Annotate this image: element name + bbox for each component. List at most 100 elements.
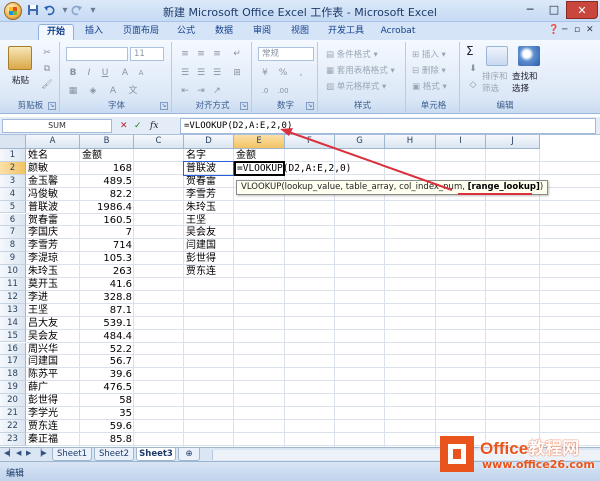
cell-b3[interactable]: 489.5 [80, 175, 134, 188]
align-middle-icon[interactable]: ≡ [194, 47, 208, 61]
format-as-table-button[interactable]: ▦ 套用表格格式 ▾ [326, 64, 395, 76]
align-left-icon[interactable]: ☰ [178, 66, 192, 80]
cell-a17[interactable]: 闫建国 [26, 355, 80, 368]
cell-b22[interactable]: 59.6 [80, 420, 134, 433]
column-header-e[interactable]: E [234, 135, 285, 149]
tab-insert[interactable]: 插入 [78, 24, 110, 40]
close-button[interactable]: ✕ [566, 1, 598, 19]
office-button[interactable] [4, 2, 22, 20]
maximize-button[interactable]: □ [542, 1, 566, 19]
font-name-input[interactable] [66, 47, 128, 61]
customize-qat-icon[interactable]: ▾ [86, 4, 100, 18]
worksheet-grid[interactable]: ABCDEFGHIJ 1 2 3 4 5 6 7 8 9 10 11 12 13 14 15 16 17 18 19… [0, 135, 600, 447]
paste-button[interactable]: 粘贴 [12, 74, 29, 86]
decrease-decimal-icon[interactable]: .00 [276, 84, 290, 98]
italic-button[interactable]: I [82, 66, 96, 80]
row-header-8[interactable]: 8 [0, 239, 26, 253]
row-header-12[interactable]: 12 [0, 290, 26, 304]
cell-b17[interactable]: 56.7 [80, 355, 134, 368]
row-header-17[interactable]: 17 [0, 355, 26, 369]
merge-center-icon[interactable]: ⊞ [230, 66, 244, 80]
cell-d4[interactable]: 李雪芳 [184, 188, 234, 201]
cell-a21[interactable]: 李学光 [26, 407, 80, 420]
font-color-icon[interactable]: A [106, 84, 120, 98]
cell-a4[interactable]: 冯俊敏 [26, 188, 80, 201]
formula-input[interactable]: =VLOOKUP(D2,A:E,2,0) [180, 118, 596, 134]
tab-page-layout[interactable]: 页面布局 [116, 24, 166, 40]
cell-b6[interactable]: 160.5 [80, 214, 134, 227]
cell-a6[interactable]: 贺春雷 [26, 214, 80, 227]
row-header-11[interactable]: 11 [0, 278, 26, 291]
column-header-a[interactable]: A [26, 135, 80, 149]
cell-a12[interactable]: 李进 [26, 291, 80, 304]
bold-button[interactable]: B [66, 66, 80, 80]
align-center-icon[interactable]: ☰ [194, 66, 208, 80]
ribbon-minimize-icon[interactable]: ─ [562, 25, 567, 35]
next-sheet-icon[interactable]: ▶ [26, 449, 31, 457]
minimize-button[interactable]: ─ [518, 1, 542, 19]
cell-b4[interactable]: 82.2 [80, 188, 134, 201]
sheet-tab-2[interactable]: Sheet2 [94, 448, 134, 461]
cell-a20[interactable]: 彭世得 [26, 394, 80, 407]
row-header-20[interactable]: 20 [0, 394, 26, 407]
row-header-19[interactable]: 19 [0, 381, 26, 395]
row-header-16[interactable]: 16 [0, 342, 26, 356]
clear-icon[interactable]: ◇ [466, 78, 480, 92]
column-header-d[interactable]: D [184, 135, 234, 149]
cell-d6[interactable]: 王坚 [184, 214, 234, 227]
number-format-select[interactable]: 常规 [258, 47, 314, 61]
cell-b11[interactable]: 41.6 [80, 278, 134, 291]
row-header-21[interactable]: 21 [0, 407, 26, 420]
underline-button[interactable]: U [98, 66, 112, 80]
decrease-indent-icon[interactable]: ⇤ [178, 84, 192, 98]
row-header-10[interactable]: 10 [0, 265, 26, 278]
cell-b18[interactable]: 39.6 [80, 368, 134, 381]
cell-a16[interactable]: 周兴华 [26, 343, 80, 356]
tab-developer[interactable]: 开发工具 [322, 24, 370, 40]
cell-e1[interactable]: 金额 [234, 149, 285, 162]
row-header-1[interactable]: 1 [0, 149, 26, 162]
cell-d8[interactable]: 闫建国 [184, 239, 234, 252]
row-header-14[interactable]: 14 [0, 316, 26, 330]
row-header-13[interactable]: 13 [0, 303, 26, 317]
tab-review[interactable]: 审阅 [246, 24, 278, 40]
name-box[interactable]: SUM [2, 119, 112, 133]
cell-b12[interactable]: 328.8 [80, 291, 134, 304]
cancel-icon[interactable]: ✕ [120, 119, 128, 133]
cell-a23[interactable]: 秦正福 [26, 433, 80, 446]
alignment-launcher-icon[interactable]: ↘ [240, 102, 248, 110]
insert-sheet-icon[interactable]: ⊕ [178, 448, 200, 461]
currency-icon[interactable]: ¥ [258, 66, 272, 80]
column-header-j[interactable]: J [486, 135, 540, 149]
row-header-23[interactable]: 23 [0, 432, 26, 446]
cell-b15[interactable]: 484.4 [80, 330, 134, 343]
format-painter-icon[interactable]: 🖌 [40, 78, 54, 92]
sheet-tab-3[interactable]: Sheet3 [136, 448, 176, 461]
cell-a11[interactable]: 莫开玉 [26, 278, 80, 291]
row-header-6[interactable]: 6 [0, 213, 26, 227]
percent-icon[interactable]: % [276, 66, 290, 80]
save-icon[interactable] [26, 4, 40, 18]
help-icon[interactable]: ❓ [548, 25, 559, 35]
last-sheet-icon[interactable]: ▕▶ [36, 449, 47, 457]
column-header-f[interactable]: F [285, 135, 335, 149]
row-header-4[interactable]: 4 [0, 187, 26, 201]
cell-b1[interactable]: 金额 [80, 149, 134, 162]
cell-b9[interactable]: 105.3 [80, 252, 134, 265]
redo-icon[interactable] [70, 4, 84, 18]
cell-a1[interactable]: 姓名 [26, 149, 80, 162]
autosum-button[interactable]: Σ [466, 44, 474, 58]
sheet-tab-1[interactable]: Sheet1 [52, 448, 92, 461]
fill-color-icon[interactable]: ◈ [86, 84, 100, 98]
cell-d9[interactable]: 彭世得 [184, 252, 234, 265]
row-header-18[interactable]: 18 [0, 368, 26, 382]
shrink-font-icon[interactable]: A [134, 66, 148, 80]
font-launcher-icon[interactable]: ↘ [160, 102, 168, 110]
prev-sheet-icon[interactable]: ◀ [16, 449, 21, 457]
row-header-3[interactable]: 3 [0, 174, 26, 188]
tab-view[interactable]: 视图 [284, 24, 316, 40]
conditional-formatting-button[interactable]: ▤ 条件格式 ▾ [326, 48, 378, 60]
format-cells-button[interactable]: ▣ 格式 ▾ [412, 80, 447, 92]
cell-a19[interactable]: 薛广 [26, 381, 80, 394]
cell-b20[interactable]: 58 [80, 394, 134, 407]
